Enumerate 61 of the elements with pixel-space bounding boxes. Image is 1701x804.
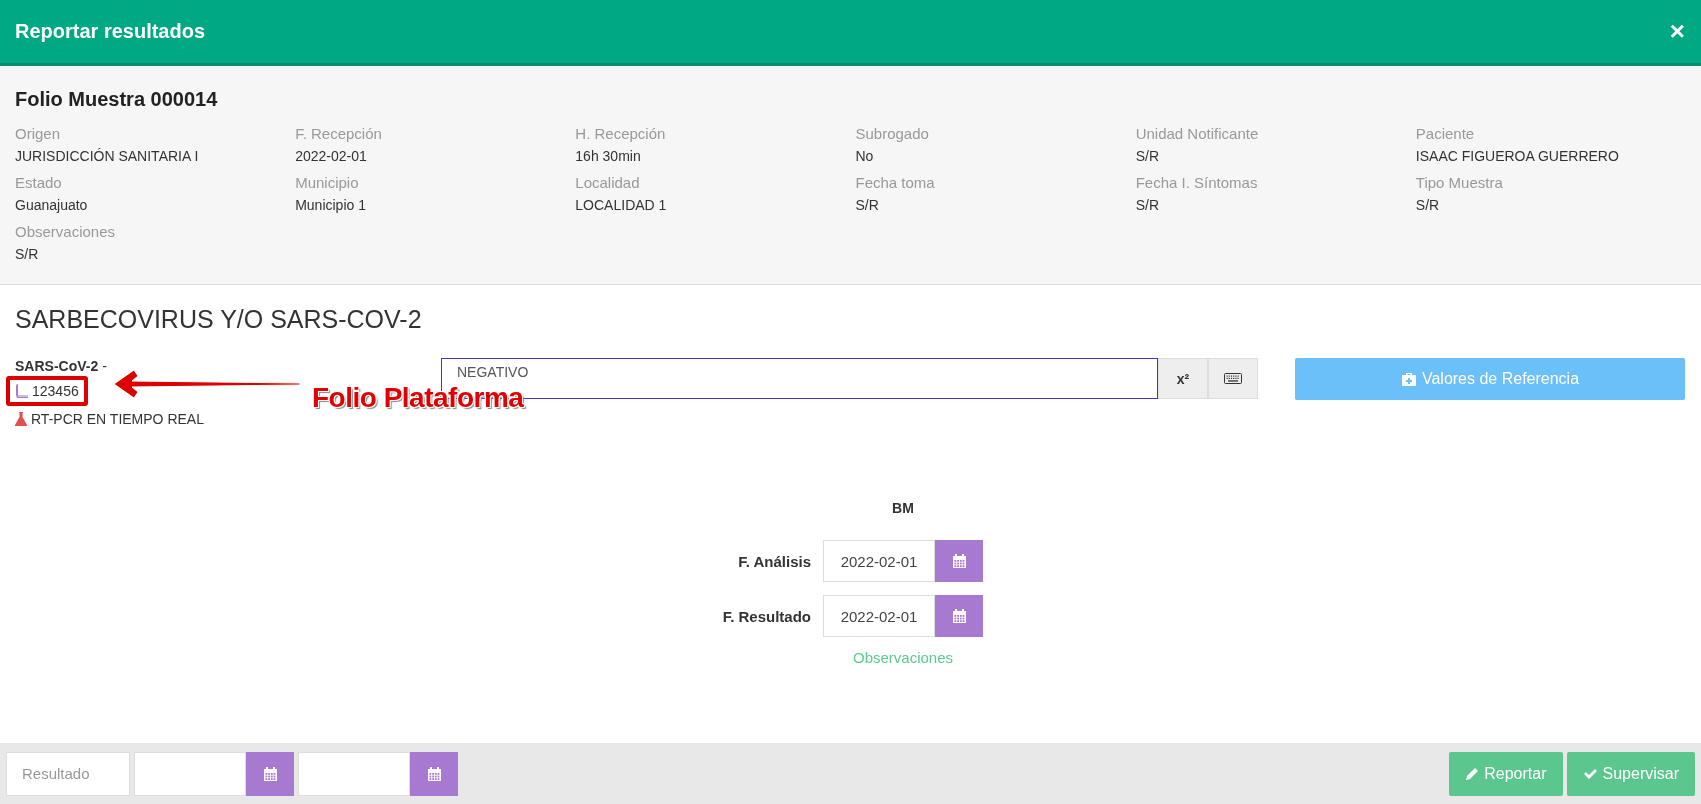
- reference-values-button[interactable]: Valores de Referencia: [1295, 358, 1685, 400]
- field-value: Municipio 1: [295, 197, 367, 213]
- field-value: S/R: [855, 197, 880, 213]
- flask-icon: [15, 412, 27, 426]
- check-icon: [1582, 767, 1598, 780]
- observations-link[interactable]: Observaciones: [852, 649, 954, 666]
- field-label: H. Recepción: [575, 125, 667, 142]
- calendar-button[interactable]: [935, 540, 983, 582]
- modal-title: Reportar resultados: [15, 20, 206, 43]
- field-label: Subrogado: [855, 125, 930, 142]
- date-field[interactable]: [134, 751, 246, 796]
- field-label: Localidad: [575, 174, 641, 191]
- calendar-button[interactable]: [246, 751, 294, 796]
- section-heading: BM: [892, 500, 914, 516]
- field-value: Guanajuato: [15, 197, 89, 213]
- field-label: Paciente: [1415, 125, 1476, 142]
- close-button[interactable]: ×: [1669, 16, 1685, 47]
- date-label: F. Análisis: [737, 552, 811, 570]
- field-label: Origen: [15, 125, 62, 142]
- field-label: Tipo Muestra: [1415, 174, 1504, 191]
- calendar-icon: [951, 608, 967, 624]
- field-value: JURISDICCIÓN SANITARIA I: [15, 148, 200, 164]
- keyboard-icon: [1224, 373, 1242, 384]
- field-label: F. Recepción: [295, 125, 383, 142]
- calendar-button[interactable]: [410, 751, 458, 796]
- folio-number: 123456: [32, 383, 79, 399]
- date-field[interactable]: 2022-02-01: [823, 540, 935, 582]
- field-value: S/R: [1135, 197, 1160, 213]
- field-value: ISAAC FIGUEROA GUERRERO: [1415, 148, 1620, 164]
- test-title: SARBECOVIRUS Y/O SARS-COV-2: [15, 305, 423, 334]
- method-text: RT-PCR EN TIEMPO REAL: [31, 411, 204, 427]
- field-label: Estado: [15, 174, 63, 191]
- keyboard-button[interactable]: [1208, 358, 1258, 399]
- calendar-icon: [426, 765, 442, 782]
- calendar-button[interactable]: [935, 595, 983, 637]
- separator-text: -: [102, 358, 107, 374]
- date-field[interactable]: 2022-02-01: [823, 595, 935, 637]
- field-label: Fecha I. Síntomas: [1135, 174, 1259, 191]
- date-field[interactable]: [298, 751, 410, 796]
- pencil-icon: [1465, 766, 1480, 781]
- field-label: Fecha toma: [855, 174, 936, 191]
- result-input[interactable]: Resultado: [6, 751, 130, 796]
- medkit-icon: [1400, 371, 1417, 387]
- field-value: LOCALIDAD 1: [575, 197, 668, 213]
- field-value: S/R: [15, 246, 40, 262]
- field-value: S/R: [1415, 197, 1441, 213]
- field-label: Observaciones: [15, 223, 117, 240]
- field-label: Municipio: [295, 174, 360, 191]
- superscript-button[interactable]: x²: [1158, 358, 1208, 399]
- calendar-icon: [262, 765, 278, 782]
- date-label: F. Resultado: [721, 607, 811, 625]
- field-value: 16h 30min: [575, 148, 642, 164]
- calendar-icon: [951, 553, 967, 569]
- field-value: 2022-02-01: [295, 148, 368, 164]
- report-button[interactable]: Reportar: [1449, 751, 1563, 796]
- field-value: S/R: [1135, 148, 1160, 164]
- supervise-button[interactable]: Supervisar: [1566, 751, 1695, 796]
- sample-title: Folio Muestra 000014: [15, 88, 219, 111]
- analyte-name: SARS-CoV-2: [15, 358, 99, 374]
- field-label: Unidad Notificante: [1135, 125, 1260, 142]
- field-value: No: [855, 148, 875, 164]
